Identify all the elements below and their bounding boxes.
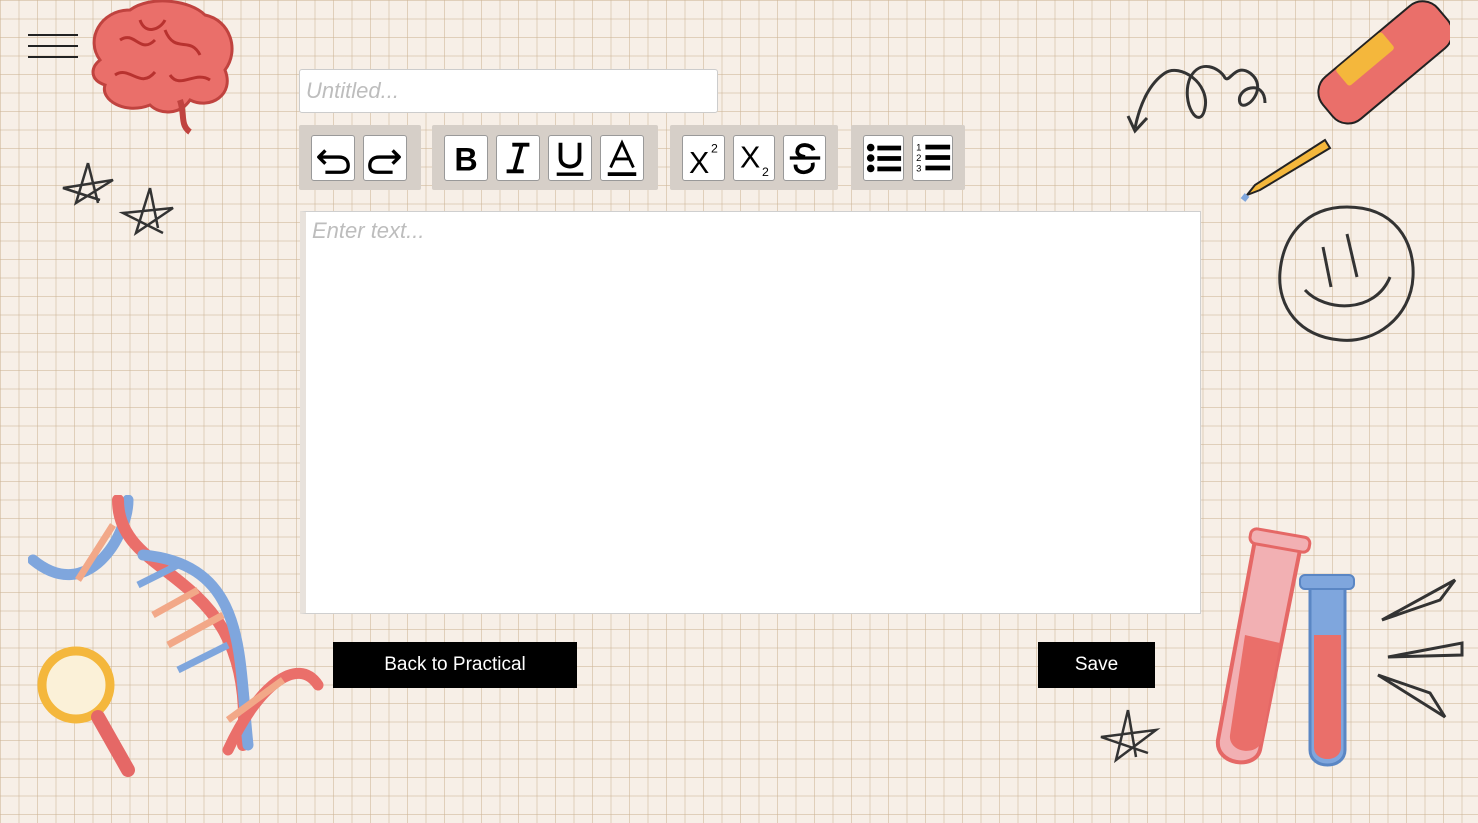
format-toolbar-group: B — [432, 125, 658, 190]
lists-toolbar-group: 123 — [851, 125, 965, 190]
brain-illustration — [91, 0, 234, 135]
subscript-icon: X2 — [740, 140, 769, 177]
bold-icon: B — [454, 141, 477, 177]
save-button[interactable]: Save — [1038, 642, 1155, 688]
svg-text:X: X — [689, 146, 709, 177]
stars-doodle-icon — [62, 162, 174, 237]
redo-button[interactable] — [363, 134, 407, 181]
italic-button[interactable] — [496, 134, 540, 181]
bulleted-list-button[interactable] — [863, 134, 904, 181]
thermometer-illustration — [1240, 0, 1450, 202]
svg-text:2: 2 — [762, 165, 769, 177]
strikethrough-button[interactable] — [783, 134, 827, 181]
back-to-practical-button[interactable]: Back to Practical — [333, 642, 577, 688]
svg-text:B: B — [454, 141, 477, 177]
numbered-list-icon: 123 — [916, 142, 950, 174]
strikethrough-icon — [789, 142, 820, 174]
redo-icon — [368, 148, 401, 174]
svg-text:1: 1 — [916, 142, 921, 153]
svg-text:2: 2 — [711, 141, 718, 155]
dna-magnifier-illustration — [28, 495, 324, 777]
font-color-icon — [607, 138, 637, 176]
superscript-button[interactable]: X2 — [682, 134, 725, 181]
text-editor[interactable] — [300, 211, 1201, 614]
svg-text:3: 3 — [916, 163, 921, 174]
undo-button[interactable] — [311, 134, 355, 181]
script-toolbar-group: X2 X2 — [670, 125, 838, 190]
smiley-face-icon — [1278, 205, 1415, 342]
bulleted-list-icon — [866, 143, 901, 172]
svg-text:X: X — [740, 140, 760, 174]
numbered-list-button[interactable]: 123 — [912, 134, 953, 181]
font-color-button[interactable] — [600, 134, 644, 181]
bold-button[interactable]: B — [444, 134, 488, 181]
history-toolbar-group — [299, 125, 421, 190]
subscript-button[interactable]: X2 — [732, 134, 776, 181]
test-tubes-illustration — [1215, 527, 1464, 767]
undo-icon — [317, 148, 350, 174]
underline-icon — [556, 142, 584, 176]
svg-text:2: 2 — [916, 152, 921, 163]
hamburger-menu-icon[interactable] — [28, 34, 78, 64]
underline-button[interactable] — [548, 134, 592, 181]
star-doodle-icon — [1100, 709, 1161, 764]
italic-icon — [506, 142, 530, 173]
title-input[interactable] — [299, 69, 718, 113]
superscript-icon: X2 — [689, 141, 718, 177]
